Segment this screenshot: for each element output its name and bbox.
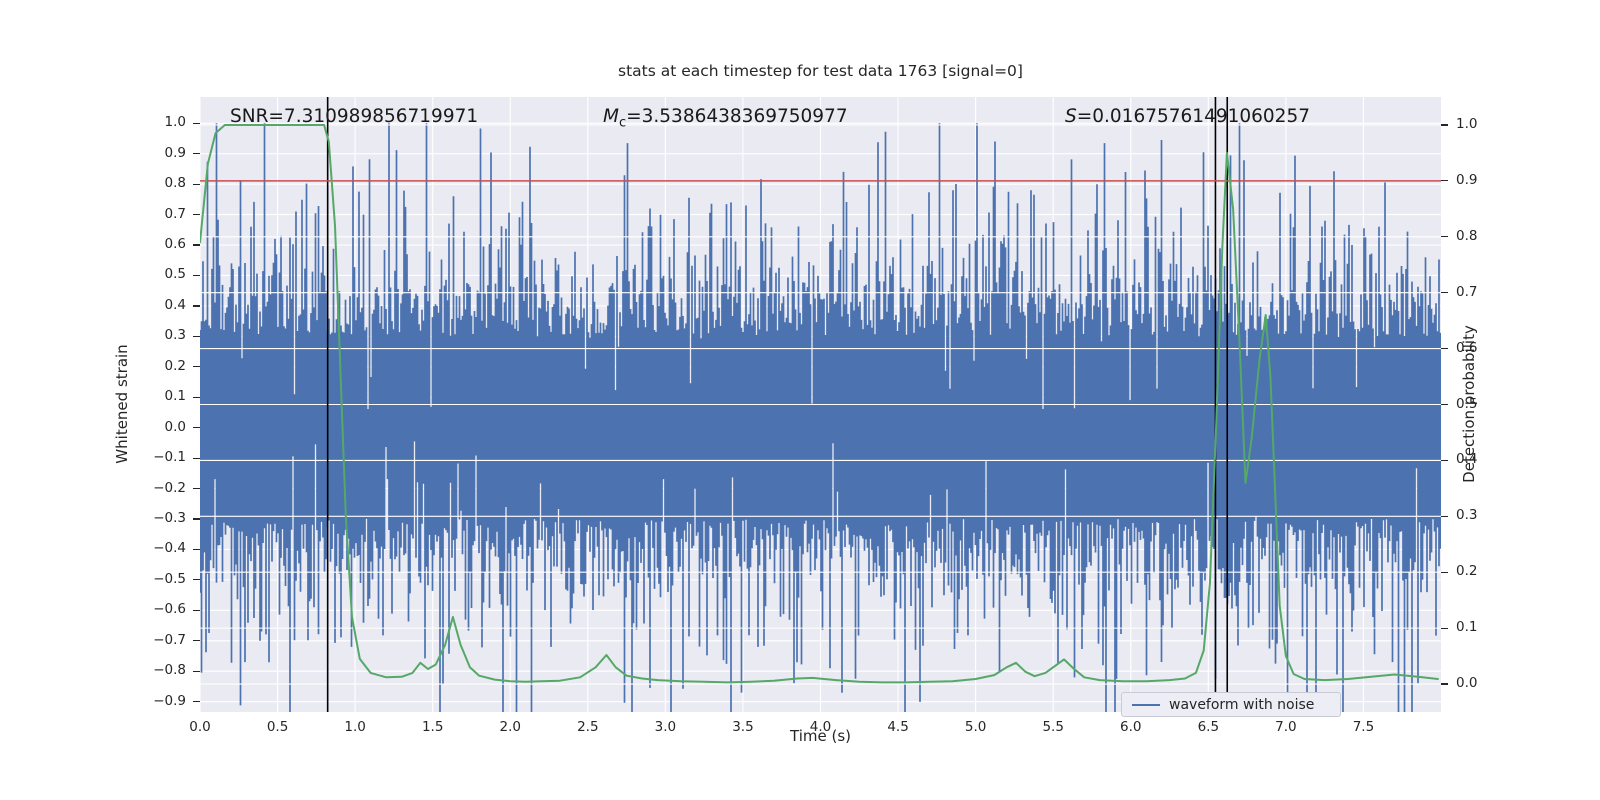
- legend-line-sample: [1132, 703, 1160, 706]
- x-tick-label: 7.0: [1275, 719, 1297, 735]
- y-right-tick-label: 0.8: [1456, 227, 1478, 244]
- y-right-tick-mark: [1441, 571, 1448, 573]
- chirp-mass-symbol: M: [603, 106, 619, 127]
- y-left-tick-mark: [193, 183, 200, 185]
- y-left-tick-label: −0.3: [153, 510, 186, 526]
- y-left-tick-label: −0.5: [153, 570, 186, 587]
- y-left-tick-label: −0.1: [153, 449, 186, 466]
- x-tick-label: 3.5: [732, 719, 754, 735]
- y-left-tick-mark: [193, 335, 200, 337]
- snr-annotation: SNR=7.310989856719971: [230, 106, 479, 127]
- y-left-tick-mark: [193, 670, 200, 672]
- y-right-tick-label: 0.4: [1456, 451, 1478, 468]
- chart-title: stats at each timestep for test data 176…: [618, 62, 1023, 80]
- chirp-mass-value: =3.5386438369750977: [626, 106, 848, 127]
- y-left-tick-mark: [193, 701, 200, 703]
- y-right-tick-label: 0.5: [1456, 395, 1478, 412]
- y-left-tick-mark: [193, 213, 200, 216]
- y-left-tick-label: −0.9: [153, 692, 186, 709]
- s-stat-symbol: S: [1065, 106, 1077, 127]
- y-left-tick-label: 0.9: [164, 144, 186, 161]
- x-tick-label: 6.0: [1120, 719, 1142, 735]
- x-tick-label: 3.0: [654, 719, 677, 735]
- y-right-tick-label: 0.0: [1456, 675, 1478, 692]
- figure: stats at each timestep for test data 176…: [0, 0, 1600, 800]
- y-left-tick-mark: [193, 457, 200, 459]
- y-left-tick-mark: [193, 274, 200, 277]
- y-left-tick-label: 0.8: [164, 175, 186, 192]
- y-right-tick-mark: [1441, 236, 1448, 238]
- y-left-tick-mark: [193, 518, 200, 520]
- y-left-tick-mark: [193, 244, 200, 246]
- y-right-tick-label: 1.0: [1456, 115, 1478, 132]
- x-tick-label: 5.5: [1042, 719, 1064, 735]
- y-right-tick-mark: [1441, 124, 1448, 126]
- y-right-tick-label: 0.2: [1456, 563, 1478, 580]
- x-tick-label: 2.5: [577, 719, 599, 735]
- y-right-tick-mark: [1441, 515, 1448, 517]
- y-right-tick-mark: [1441, 403, 1448, 406]
- y-left-tick-mark: [193, 122, 200, 124]
- legend: waveform with noise: [1121, 692, 1341, 717]
- y-left-tick-label: 0.2: [164, 357, 186, 374]
- y-right-tick-mark: [1441, 459, 1448, 461]
- y-left-tick-mark: [193, 396, 200, 398]
- y-left-tick-mark: [193, 427, 200, 429]
- y-right-tick-label: 0.7: [1456, 283, 1478, 300]
- y-right-tick-mark: [1441, 292, 1448, 294]
- y-left-tick-mark: [193, 487, 200, 490]
- x-tick-label: 0.5: [266, 719, 289, 735]
- y-right-tick-mark: [1441, 683, 1448, 685]
- y-left-tick-label: −0.6: [153, 601, 186, 618]
- y-right-tick-mark: [1441, 180, 1448, 182]
- y-left-tick-mark: [193, 548, 200, 551]
- y-left-tick-label: −0.2: [153, 479, 186, 496]
- y-left-tick-label: 1.0: [164, 114, 186, 131]
- y-left-tick-label: 0.4: [164, 296, 186, 313]
- y-left-tick-mark: [193, 579, 200, 581]
- y-left-tick-label: 0.0: [164, 418, 186, 435]
- y-right-tick-label: 0.6: [1456, 339, 1478, 356]
- y-left-tick-mark: [193, 366, 200, 368]
- y-left-tick-label: −0.7: [153, 631, 186, 648]
- s-stat-value: =0.01675761491060257: [1076, 106, 1310, 127]
- x-tick-label: 0.0: [189, 719, 211, 735]
- y-left-tick-label: −0.8: [153, 662, 186, 679]
- y-left-tick-label: 0.1: [164, 388, 186, 405]
- y-right-tick-label: 0.9: [1456, 171, 1478, 188]
- y-right-tick-mark: [1441, 347, 1448, 350]
- y-right-tick-label: 0.1: [1456, 619, 1478, 636]
- y-left-tick-mark: [193, 153, 200, 155]
- y-left-tick-label: 0.6: [164, 236, 186, 253]
- y-left-tick-label: 0.7: [164, 205, 186, 222]
- s-stat-annotation: S=0.01675761491060257: [1065, 106, 1310, 127]
- chirp-mass-annotation: Mc=3.5386438369750977: [603, 106, 848, 131]
- x-tick-label: 1.5: [421, 719, 444, 735]
- y-right-tick-mark: [1441, 627, 1448, 629]
- y-left-tick-label: 0.5: [164, 266, 186, 283]
- x-tick-label: 4.5: [887, 719, 909, 735]
- y-left-tick-mark: [193, 305, 200, 307]
- chart-canvas: [200, 97, 1441, 712]
- y-left-tick-mark: [193, 609, 200, 611]
- x-tick-label: 7.5: [1352, 719, 1375, 735]
- legend-label: waveform with noise: [1169, 696, 1315, 713]
- y-axis-label-left: Whitened strain: [113, 344, 131, 464]
- x-tick-label: 4.0: [809, 719, 832, 735]
- y-left-tick-mark: [193, 640, 200, 642]
- x-tick-label: 1.0: [344, 719, 366, 735]
- y-left-tick-label: 0.3: [164, 327, 186, 344]
- y-left-tick-label: −0.4: [153, 540, 186, 557]
- x-tick-label: 5.0: [964, 719, 987, 735]
- x-tick-label: 2.0: [499, 719, 521, 735]
- y-right-tick-label: 0.3: [1456, 507, 1478, 524]
- x-tick-label: 6.5: [1197, 719, 1220, 735]
